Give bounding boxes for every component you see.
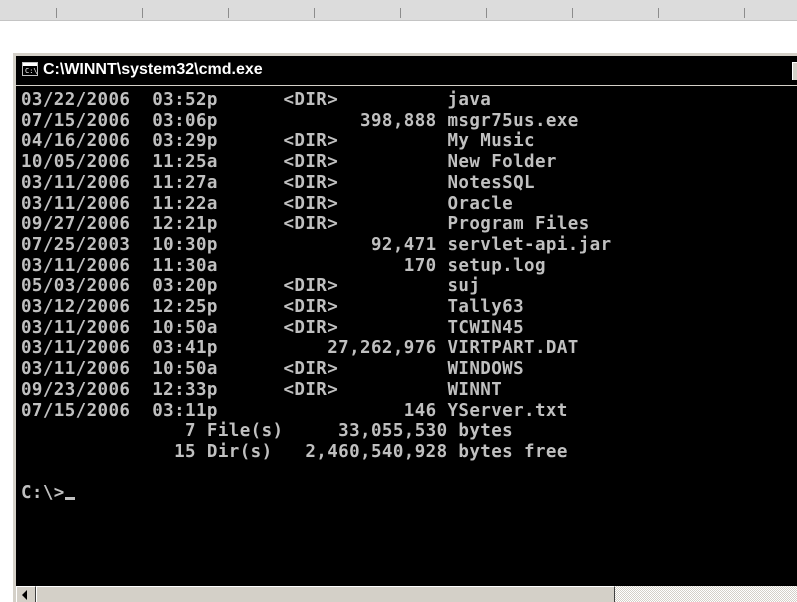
horizontal-scrollbar[interactable]: [16, 586, 797, 602]
ruler-tick: [744, 8, 745, 18]
console-text: 03/22/2006 03:52p <DIR> java 07/15/2006 …: [21, 90, 612, 504]
console-line: 03/11/2006 11:27a <DIR> NotesSQL: [21, 172, 535, 193]
scrollbar-thumb[interactable]: [36, 586, 615, 602]
console-line: 04/16/2006 03:29p <DIR> My Music: [21, 131, 535, 152]
title-bar[interactable]: C:\ C:\WINNT\system32\cmd.exe: [16, 56, 797, 85]
console-line: 03/11/2006 03:41p 27,262,976 VIRTPART.DA…: [21, 338, 579, 359]
ruler-tick: [400, 8, 401, 18]
console-line: 15 Dir(s) 2,460,540,928 bytes free: [21, 441, 568, 462]
console-line: 07/15/2006 03:11p 146 YServer.txt: [21, 400, 568, 421]
console-line: 7 File(s) 33,055,530 bytes: [21, 421, 514, 442]
ruler-tick: [572, 8, 573, 18]
console-line: 03/12/2006 12:25p <DIR> Tally63: [21, 297, 525, 318]
cmd-window-icon[interactable]: C:\: [22, 62, 38, 76]
ruler-tick: [658, 8, 659, 18]
scroll-left-arrow-icon: [22, 590, 27, 600]
ruler-tick: [228, 8, 229, 18]
console-line: 07/15/2006 03:06p 398,888 msgr75us.exe: [21, 110, 579, 131]
console-line: 03/11/2006 11:30a 170 setup.log: [21, 255, 546, 276]
ruler-tick: [142, 8, 143, 18]
scroll-left-button[interactable]: [16, 586, 36, 602]
console-output-area[interactable]: 03/22/2006 03:52p <DIR> java 07/15/2006 …: [16, 86, 797, 586]
console-line: 03/11/2006 10:50a <DIR> TCWIN45: [21, 317, 525, 338]
console-line: 07/25/2003 10:30p 92,471 servlet-api.jar: [21, 234, 612, 255]
window-title: C:\WINNT\system32\cmd.exe: [43, 61, 263, 78]
window-icon-glyph: C:\: [25, 67, 38, 75]
text-cursor: [64, 497, 75, 501]
ruler-tick: [56, 8, 57, 18]
cmd-window[interactable]: C:\ C:\WINNT\system32\cmd.exe 03/22/2006…: [12, 52, 797, 602]
console-line: 09/27/2006 12:21p <DIR> Program Files: [21, 214, 590, 235]
console-line: 03/11/2006 10:50a <DIR> WINDOWS: [21, 359, 525, 380]
console-line: 03/22/2006 03:52p <DIR> java: [21, 90, 492, 110]
ruler-tick: [486, 8, 487, 18]
console-line: 05/03/2006 03:20p <DIR> suj: [21, 276, 481, 297]
console-line: 10/05/2006 11:25a <DIR> New Folder: [21, 152, 557, 173]
console-line: 09/23/2006 12:33p <DIR> WINNT: [21, 379, 503, 400]
ruler-tick: [314, 8, 315, 18]
background-window-edge: [0, 0, 797, 21]
command-prompt: C:\>: [21, 483, 65, 504]
screen: C:\ C:\WINNT\system32\cmd.exe 03/22/2006…: [0, 0, 797, 602]
minimize-button[interactable]: [792, 62, 797, 80]
console-line: 03/11/2006 11:22a <DIR> Oracle: [21, 193, 514, 214]
